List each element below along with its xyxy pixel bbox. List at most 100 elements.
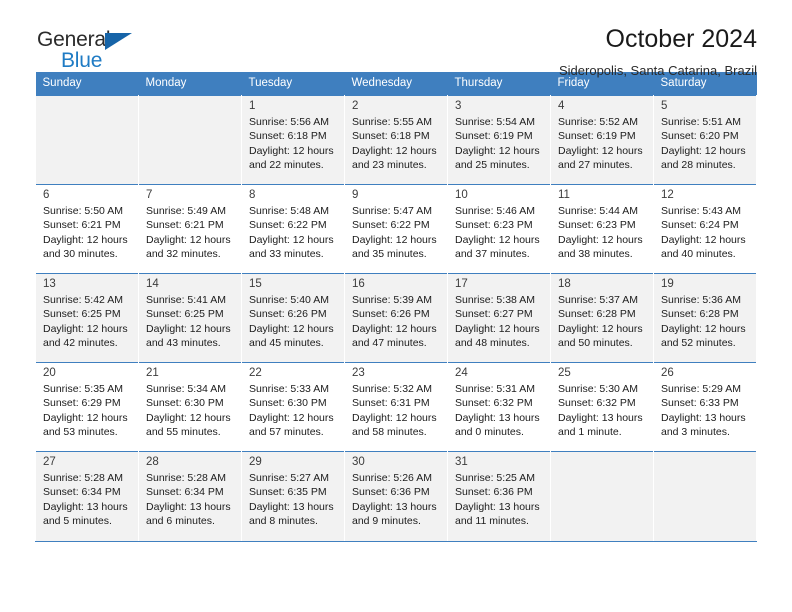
- daylight-text-line2: and 3 minutes.: [661, 425, 730, 438]
- calendar-day-cell[interactable]: 24 Sunrise: 5:31 AM Sunset: 6:32 PM Dayligh…: [447, 362, 551, 452]
- sunset-text: Sunset: 6:24 PM: [661, 219, 739, 232]
- sunrise-text: Sunrise: 5:34 AM: [146, 383, 226, 395]
- sunset-text: Sunset: 6:36 PM: [352, 486, 430, 499]
- calendar-day-cell[interactable]: 29 Sunrise: 5:27 AM Sunset: 6:35 PM Dayligh…: [241, 451, 345, 541]
- sunrise-text: Sunrise: 5:48 AM: [249, 205, 329, 217]
- day-number: 7: [146, 189, 153, 201]
- sun-info: Sunrise: 5:25 AM Sunset: 6:36 PM Daylight:…: [455, 471, 544, 528]
- calendar-day-cell[interactable]: 19 Sunrise: 5:36 AM Sunset: 6:28 PM Dayligh…: [653, 273, 757, 363]
- sunrise-text: Sunrise: 5:33 AM: [249, 383, 329, 395]
- daylight-text-line1: Daylight: 12 hours: [43, 322, 128, 335]
- calendar-day-cell[interactable]: 7 Sunrise: 5:49 AM Sunset: 6:21 PM Daylight…: [138, 184, 242, 274]
- daylight-text-line1: Daylight: 12 hours: [558, 322, 643, 335]
- sunset-text: Sunset: 6:28 PM: [661, 308, 739, 321]
- daylight-text-line2: and 48 minutes.: [455, 336, 530, 349]
- calendar-day-cell[interactable]: 27 Sunrise: 5:28 AM Sunset: 6:34 PM Dayligh…: [35, 451, 139, 541]
- day-number: 10: [455, 189, 468, 201]
- sunrise-text: Sunrise: 5:31 AM: [455, 383, 535, 395]
- calendar-day-cell[interactable]: 2 Sunrise: 5:55 AM Sunset: 6:18 PM Daylight…: [344, 95, 448, 185]
- day-cell-inner: 26 Sunrise: 5:29 AM Sunset: 6:33 PM Dayligh…: [654, 363, 756, 439]
- daylight-text-line1: Daylight: 12 hours: [249, 411, 334, 424]
- daylight-text-line1: Daylight: 12 hours: [661, 322, 746, 335]
- day-cell-inner: 9 Sunrise: 5:47 AM Sunset: 6:22 PM Daylight…: [345, 185, 447, 261]
- sunrise-text: Sunrise: 5:37 AM: [558, 294, 638, 306]
- calendar-day-cell[interactable]: 17 Sunrise: 5:38 AM Sunset: 6:27 PM Dayligh…: [447, 273, 551, 363]
- weekday-header-monday: Monday: [138, 72, 242, 96]
- calendar-day-cell[interactable]: 10 Sunrise: 5:46 AM Sunset: 6:23 PM Dayligh…: [447, 184, 551, 274]
- calendar-day-cell[interactable]: 5 Sunrise: 5:51 AM Sunset: 6:20 PM Daylight…: [653, 95, 757, 185]
- calendar-day-cell[interactable]: 1 Sunrise: 5:56 AM Sunset: 6:18 PM Daylight…: [241, 95, 345, 185]
- calendar-day-cell[interactable]: 26 Sunrise: 5:29 AM Sunset: 6:33 PM Dayligh…: [653, 362, 757, 452]
- sunrise-text: Sunrise: 5:32 AM: [352, 383, 432, 395]
- sunset-text: Sunset: 6:34 PM: [146, 486, 224, 499]
- sunset-text: Sunset: 6:25 PM: [146, 308, 224, 321]
- calendar-day-cell[interactable]: 4 Sunrise: 5:52 AM Sunset: 6:19 PM Daylight…: [550, 95, 654, 185]
- title-block: October 2024 Sideropolis, Santa Catarina…: [559, 22, 757, 79]
- sunset-text: Sunset: 6:22 PM: [352, 219, 430, 232]
- sunrise-text: Sunrise: 5:46 AM: [455, 205, 535, 217]
- calendar-day-cell[interactable]: 8 Sunrise: 5:48 AM Sunset: 6:22 PM Daylight…: [241, 184, 345, 274]
- calendar-day-cell[interactable]: 15 Sunrise: 5:40 AM Sunset: 6:26 PM Dayligh…: [241, 273, 345, 363]
- sunrise-text: Sunrise: 5:51 AM: [661, 116, 741, 128]
- day-cell-inner: 29 Sunrise: 5:27 AM Sunset: 6:35 PM Dayligh…: [242, 452, 344, 528]
- daylight-text-line1: Daylight: 13 hours: [558, 411, 643, 424]
- sun-info: Sunrise: 5:33 AM Sunset: 6:30 PM Daylight:…: [249, 382, 338, 439]
- calendar-page: General Blue October 2024 Sideropolis, S…: [0, 0, 792, 612]
- sun-info: Sunrise: 5:51 AM Sunset: 6:20 PM Daylight:…: [661, 115, 750, 172]
- sunrise-text: Sunrise: 5:35 AM: [43, 383, 123, 395]
- day-number: 14: [146, 278, 159, 290]
- calendar-day-cell[interactable]: 31 Sunrise: 5:25 AM Sunset: 6:36 PM Dayligh…: [447, 451, 551, 541]
- daylight-text-line1: Daylight: 12 hours: [455, 233, 540, 246]
- calendar-day-cell[interactable]: 30 Sunrise: 5:26 AM Sunset: 6:36 PM Dayligh…: [344, 451, 448, 541]
- sunset-text: Sunset: 6:19 PM: [455, 130, 533, 143]
- weekday-header-thursday: Thursday: [447, 72, 551, 96]
- sun-info: Sunrise: 5:54 AM Sunset: 6:19 PM Daylight:…: [455, 115, 544, 172]
- calendar-day-cell[interactable]: 13 Sunrise: 5:42 AM Sunset: 6:25 PM Dayligh…: [35, 273, 139, 363]
- calendar-day-cell[interactable]: 18 Sunrise: 5:37 AM Sunset: 6:28 PM Dayligh…: [550, 273, 654, 363]
- calendar-day-cell[interactable]: 23 Sunrise: 5:32 AM Sunset: 6:31 PM Dayligh…: [344, 362, 448, 452]
- calendar-day-cell[interactable]: 14 Sunrise: 5:41 AM Sunset: 6:25 PM Dayligh…: [138, 273, 242, 363]
- sunset-text: Sunset: 6:26 PM: [249, 308, 327, 321]
- sunrise-text: Sunrise: 5:56 AM: [249, 116, 329, 128]
- daylight-text-line2: and 45 minutes.: [249, 336, 324, 349]
- sunrise-text: Sunrise: 5:27 AM: [249, 472, 329, 484]
- general-blue-logo[interactable]: General Blue: [37, 22, 157, 72]
- daylight-text-line2: and 28 minutes.: [661, 158, 736, 171]
- calendar-day-cell[interactable]: 9 Sunrise: 5:47 AM Sunset: 6:22 PM Daylight…: [344, 184, 448, 274]
- calendar-day-cell[interactable]: 16 Sunrise: 5:39 AM Sunset: 6:26 PM Dayligh…: [344, 273, 448, 363]
- sun-info: Sunrise: 5:36 AM Sunset: 6:28 PM Daylight:…: [661, 293, 750, 350]
- calendar-week-row: 27 Sunrise: 5:28 AM Sunset: 6:34 PM Dayligh…: [35, 451, 757, 541]
- daylight-text-line1: Daylight: 12 hours: [249, 233, 334, 246]
- triangle-flag-icon: [105, 33, 132, 50]
- calendar-day-cell[interactable]: 11 Sunrise: 5:44 AM Sunset: 6:23 PM Dayligh…: [550, 184, 654, 274]
- calendar-day-cell[interactable]: 28 Sunrise: 5:28 AM Sunset: 6:34 PM Dayligh…: [138, 451, 242, 541]
- sun-info: Sunrise: 5:47 AM Sunset: 6:22 PM Daylight:…: [352, 204, 441, 261]
- calendar-day-cell[interactable]: 25 Sunrise: 5:30 AM Sunset: 6:32 PM Dayligh…: [550, 362, 654, 452]
- calendar-body: 1 Sunrise: 5:56 AM Sunset: 6:18 PM Daylight…: [35, 95, 757, 541]
- calendar-day-cell[interactable]: 21 Sunrise: 5:34 AM Sunset: 6:30 PM Dayligh…: [138, 362, 242, 452]
- day-number: 27: [43, 456, 56, 468]
- day-cell-inner: 13 Sunrise: 5:42 AM Sunset: 6:25 PM Dayligh…: [36, 274, 138, 350]
- calendar-day-cell[interactable]: 12 Sunrise: 5:43 AM Sunset: 6:24 PM Dayligh…: [653, 184, 757, 274]
- sunset-text: Sunset: 6:27 PM: [455, 308, 533, 321]
- daylight-text-line1: Daylight: 12 hours: [146, 411, 231, 424]
- sun-info: Sunrise: 5:37 AM Sunset: 6:28 PM Daylight:…: [558, 293, 647, 350]
- calendar-day-cell[interactable]: 20 Sunrise: 5:35 AM Sunset: 6:29 PM Dayligh…: [35, 362, 139, 452]
- daylight-text-line2: and 22 minutes.: [249, 158, 324, 171]
- day-number: 23: [352, 367, 365, 379]
- page-title: October 2024: [605, 25, 758, 53]
- daylight-text-line2: and 47 minutes.: [352, 336, 427, 349]
- day-cell-inner: 31 Sunrise: 5:25 AM Sunset: 6:36 PM Dayligh…: [448, 452, 550, 528]
- weekday-header-wednesday: Wednesday: [344, 72, 448, 96]
- sun-info: Sunrise: 5:35 AM Sunset: 6:29 PM Daylight:…: [43, 382, 132, 439]
- sunset-text: Sunset: 6:21 PM: [146, 219, 224, 232]
- calendar-day-cell[interactable]: 22 Sunrise: 5:33 AM Sunset: 6:30 PM Dayligh…: [241, 362, 345, 452]
- sunset-text: Sunset: 6:28 PM: [558, 308, 636, 321]
- daylight-text-line1: Daylight: 12 hours: [43, 233, 128, 246]
- calendar-day-cell[interactable]: 6 Sunrise: 5:50 AM Sunset: 6:21 PM Daylight…: [35, 184, 139, 274]
- sunrise-text: Sunrise: 5:25 AM: [455, 472, 535, 484]
- calendar-day-cell[interactable]: 3 Sunrise: 5:54 AM Sunset: 6:19 PM Daylight…: [447, 95, 551, 185]
- day-number: 21: [146, 367, 159, 379]
- daylight-text-line1: Daylight: 12 hours: [352, 411, 437, 424]
- sunset-text: Sunset: 6:19 PM: [558, 130, 636, 143]
